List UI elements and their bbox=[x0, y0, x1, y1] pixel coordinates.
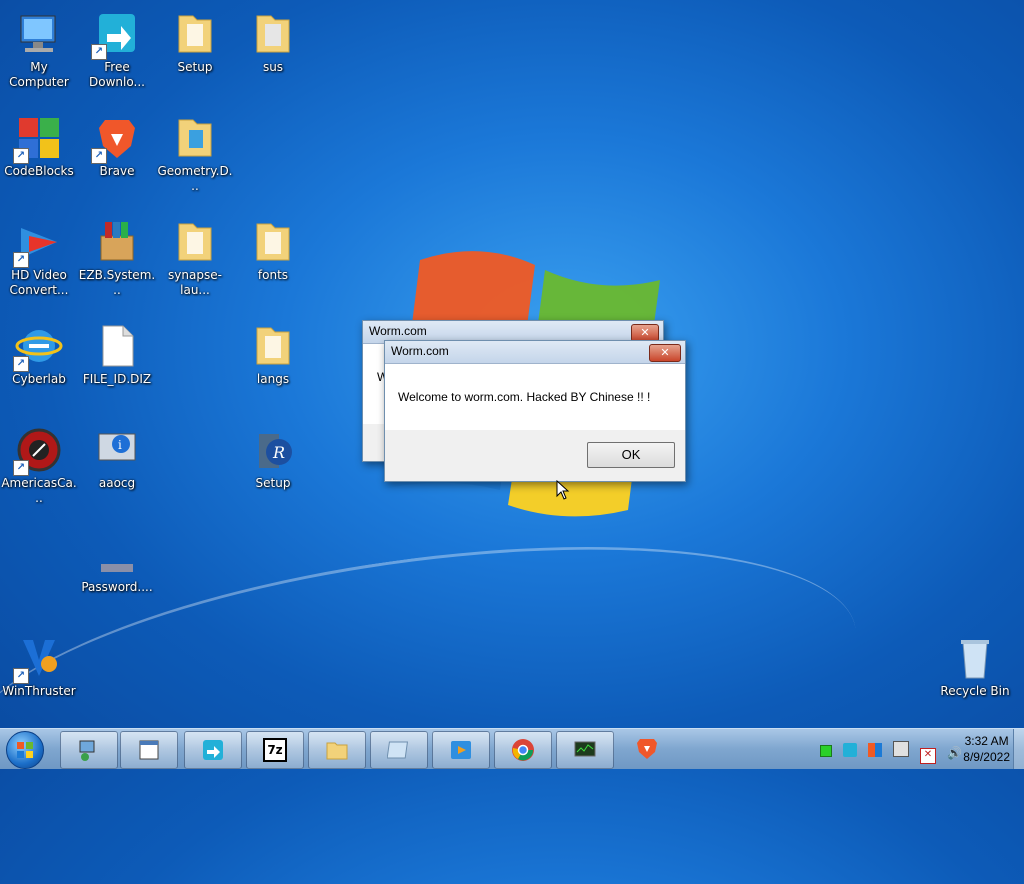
ok-button[interactable]: OK bbox=[587, 442, 675, 468]
taskbar-button-network[interactable] bbox=[60, 731, 118, 769]
desktop-icon-synapse-folder[interactable]: synapse-lau... bbox=[156, 212, 234, 298]
shield-flag-tray-icon[interactable] bbox=[867, 743, 882, 757]
taskbar: 7z ✕ 🔊 3:32 AM 8/9/2022 bbox=[0, 728, 1024, 769]
desktop-icon-my-computer[interactable]: My Computer bbox=[0, 4, 78, 90]
desktop-icon-sus-folder[interactable]: sus bbox=[234, 4, 312, 75]
download-tray-icon[interactable] bbox=[842, 743, 857, 757]
network-computer-icon bbox=[79, 740, 95, 761]
mouse-cursor-icon bbox=[556, 480, 570, 500]
svg-text:i: i bbox=[118, 438, 122, 452]
action-center-flag-icon[interactable]: ✕ bbox=[919, 748, 936, 764]
desktop-icon-recycle-bin[interactable]: Recycle Bin bbox=[936, 628, 1014, 699]
show-desktop-button[interactable] bbox=[1013, 729, 1024, 769]
codeblocks-icon: ↗ bbox=[13, 114, 63, 164]
taskbar-button-chrome[interactable] bbox=[494, 731, 552, 769]
taskbar-button-brave[interactable] bbox=[624, 731, 670, 767]
desktop-icon-setup-folder[interactable]: Setup bbox=[156, 4, 234, 75]
folder-icon bbox=[249, 218, 297, 266]
taskbar-button-download-manager[interactable] bbox=[184, 731, 242, 769]
7zip-icon: 7z bbox=[263, 738, 287, 762]
notepad-window-icon bbox=[139, 740, 159, 760]
svg-text:R: R bbox=[272, 443, 285, 462]
network-tray-icon[interactable] bbox=[892, 741, 909, 757]
desktop-icon-langs-folder[interactable]: langs bbox=[234, 316, 312, 387]
download-manager-icon: ↗ bbox=[91, 10, 141, 60]
shortcut-arrow-icon: ↗ bbox=[13, 252, 29, 268]
desktop-icon-americas-casino[interactable]: ↗ AmericasCa... bbox=[0, 420, 78, 506]
file-explorer-icon bbox=[326, 742, 348, 760]
dialog-front-title: Worm.com bbox=[391, 344, 449, 358]
taskbar-button-task-manager[interactable] bbox=[556, 731, 614, 769]
taskbar-clock[interactable]: 3:32 AM 8/9/2022 bbox=[963, 733, 1010, 765]
shortcut-arrow-icon: ↗ bbox=[13, 356, 29, 372]
volume-icon[interactable]: 🔊 bbox=[947, 746, 962, 760]
blank-window-icon bbox=[387, 741, 409, 759]
dialog-message: Welcome to worm.com. Hacked BY Chinese !… bbox=[398, 390, 651, 404]
taskbar-button-window[interactable] bbox=[370, 731, 428, 769]
folder-icon bbox=[249, 10, 297, 58]
dialog-front-titlebar[interactable]: Worm.com ✕ bbox=[385, 341, 685, 364]
desktop-icon-brave[interactable]: ↗ Brave bbox=[78, 108, 156, 179]
recycle-bin-icon bbox=[951, 634, 999, 682]
dialog-back-title: Worm.com bbox=[369, 324, 427, 338]
folder-icon bbox=[249, 322, 297, 370]
winrar-box-icon bbox=[93, 218, 141, 266]
desktop-icon-geometry-folder[interactable]: Geometry.D... bbox=[156, 108, 234, 194]
folder-icon bbox=[171, 10, 219, 58]
desktop-icon-fonts-folder[interactable]: fonts bbox=[234, 212, 312, 283]
green-status-icon[interactable] bbox=[819, 745, 832, 757]
desktop-icon-winthruster[interactable]: ↗ WinThruster bbox=[0, 628, 78, 699]
brave-lion-icon: ↗ bbox=[91, 114, 141, 164]
close-icon[interactable]: ✕ bbox=[649, 344, 681, 362]
desktop-icon-cyberlab[interactable]: ↗ Cyberlab bbox=[0, 316, 78, 387]
desktop-icon-password[interactable]: Password.... bbox=[78, 524, 156, 595]
setup-r-icon: R bbox=[249, 426, 297, 474]
desktop-icon-aaocg[interactable]: i aaocg bbox=[78, 420, 156, 491]
chrome-icon bbox=[512, 739, 534, 761]
windows-flag-icon bbox=[17, 742, 33, 758]
shortcut-arrow-icon: ↗ bbox=[91, 44, 107, 60]
task-manager-icon bbox=[574, 741, 596, 757]
internet-explorer-icon: ↗ bbox=[13, 322, 63, 372]
blank-file-icon bbox=[93, 322, 141, 370]
desktop-icon-ezb-system[interactable]: EZB.System... bbox=[78, 212, 156, 298]
brave-lion-icon bbox=[637, 739, 657, 759]
clock-time: 3:32 AM bbox=[964, 734, 1009, 748]
computer-icon bbox=[15, 10, 63, 58]
desktop-icon-codeblocks[interactable]: ↗ CodeBlocks bbox=[0, 108, 78, 179]
media-player-icon bbox=[451, 741, 471, 759]
dialog-front-body: Welcome to worm.com. Hacked BY Chinese !… bbox=[385, 364, 685, 430]
taskbar-button-media-player[interactable] bbox=[432, 731, 490, 769]
shortcut-arrow-icon: ↗ bbox=[13, 148, 29, 164]
taskbar-button-7zip[interactable]: 7z bbox=[246, 731, 304, 769]
password-file-icon bbox=[93, 530, 141, 578]
video-converter-icon: ↗ bbox=[13, 218, 63, 268]
folder-icon bbox=[171, 218, 219, 266]
desktop-icon-file-id-diz[interactable]: FILE_ID.DIZ bbox=[78, 316, 156, 387]
desktop-icon-free-download[interactable]: ↗ Free Downlo... bbox=[78, 4, 156, 90]
info-monitor-icon: i bbox=[93, 426, 141, 474]
system-tray: ✕ 🔊 bbox=[817, 741, 964, 764]
shortcut-arrow-icon: ↗ bbox=[13, 460, 29, 476]
taskbar-button-explorer[interactable] bbox=[308, 731, 366, 769]
shortcut-arrow-icon: ↗ bbox=[13, 668, 29, 684]
folder-icon bbox=[171, 114, 219, 162]
taskbar-button-notepad[interactable] bbox=[120, 731, 178, 769]
dialog-front[interactable]: Worm.com ✕ Welcome to worm.com. Hacked B… bbox=[384, 340, 686, 482]
winthruster-icon: ↗ bbox=[13, 634, 63, 684]
download-manager-icon bbox=[203, 740, 223, 760]
desktop-icon-hd-video-converter[interactable]: ↗ HD Video Convert... bbox=[0, 212, 78, 298]
casino-chip-icon: ↗ bbox=[13, 426, 63, 476]
start-button[interactable] bbox=[6, 731, 44, 769]
clock-date: 8/9/2022 bbox=[963, 750, 1010, 764]
shortcut-arrow-icon: ↗ bbox=[91, 148, 107, 164]
desktop-icon-setup-r[interactable]: R Setup bbox=[234, 420, 312, 491]
